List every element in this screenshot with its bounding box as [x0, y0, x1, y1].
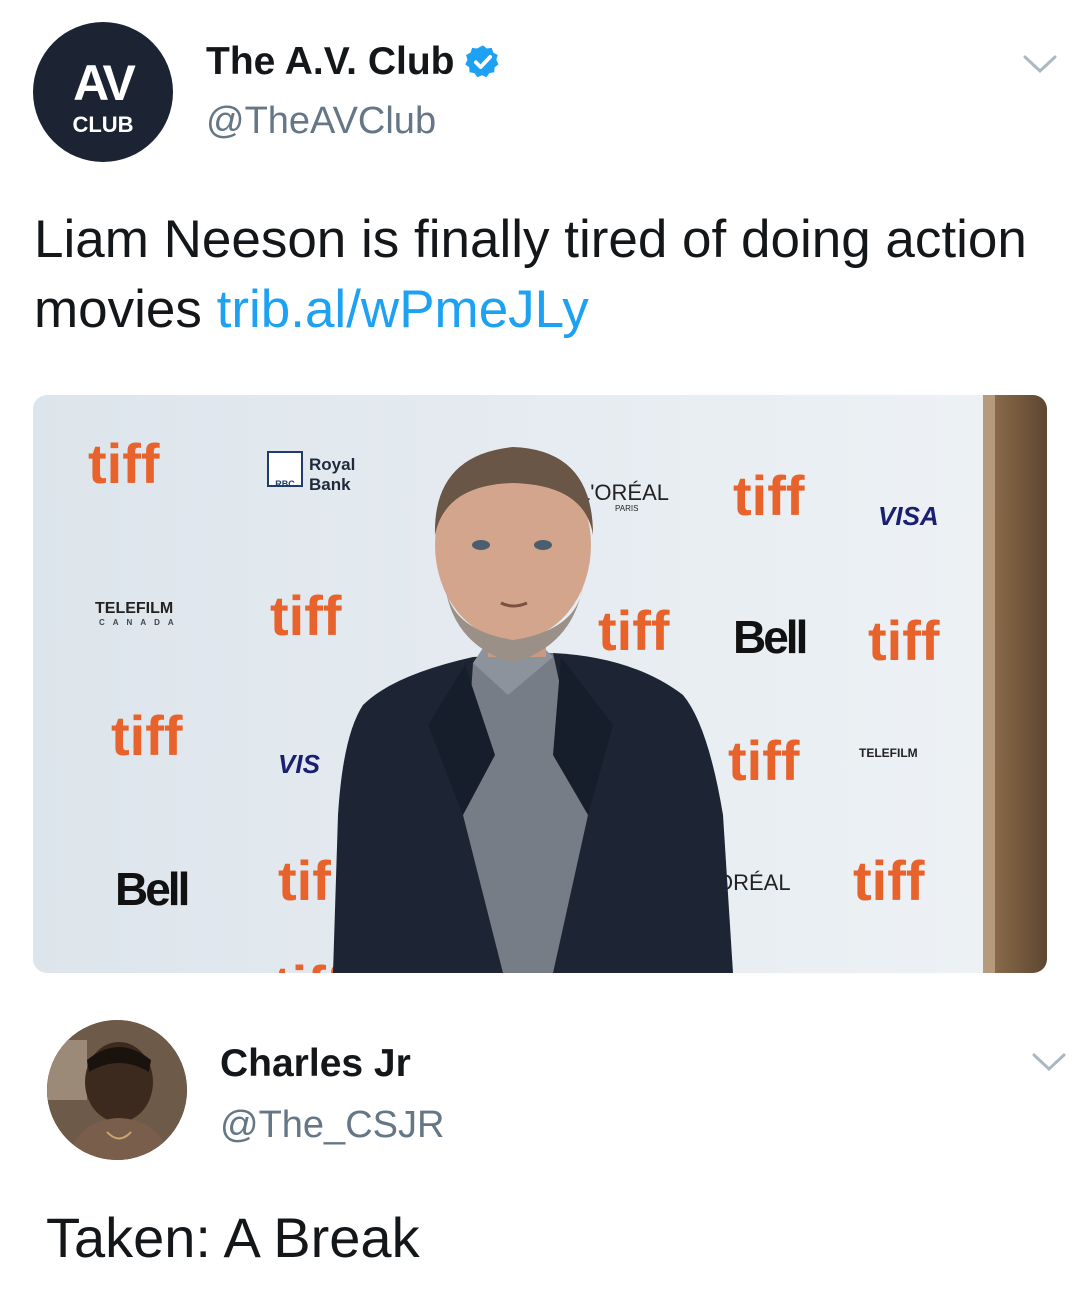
logo-visa-partial: VIS	[278, 749, 321, 779]
avatar-text-bottom: CLUB	[72, 112, 133, 137]
reply-avatar-photo	[47, 1020, 187, 1160]
reply-tweet: Charles Jr @The_CSJR Taken: A Break	[0, 990, 1080, 1295]
reply-text: Taken: A Break	[46, 1206, 420, 1269]
logo-telefilm: TELEFILM	[95, 600, 173, 617]
logo-tiff: tiff	[598, 599, 670, 662]
tweet: AV CLUB The A.V. Club @TheAVClub Liam Ne…	[0, 0, 1080, 990]
logo-telefilm: TELEFILM	[859, 746, 918, 760]
logo-tiff: tiff	[728, 729, 800, 792]
chevron-down-icon[interactable]	[1032, 1052, 1066, 1072]
reply-author-display-name[interactable]: Charles Jr	[220, 1042, 411, 1086]
logo-royal-bank-line2: Bank	[309, 475, 351, 494]
logo-loreal-sub: PARIS	[615, 504, 638, 513]
logo-tiff: tiff	[733, 464, 805, 527]
tweet-text: Liam Neeson is finally tired of doing ac…	[34, 205, 1044, 345]
reply-author-handle[interactable]: @The_CSJR	[220, 1104, 444, 1147]
logo-loreal: L'ORÉAL	[578, 480, 669, 505]
chevron-down-icon[interactable]	[1023, 54, 1057, 74]
logo-bell: Bell	[733, 611, 806, 663]
logo-bell: Bell	[115, 863, 188, 915]
av-club-logo: AV CLUB	[72, 55, 139, 137]
tweet-media-photo[interactable]: tiff tiff tiff tiff tiff tiff tiff tiff …	[33, 395, 1047, 973]
author-display-name[interactable]: The A.V. Club	[206, 40, 454, 84]
verified-badge-icon	[465, 45, 500, 78]
logo-visa: VISA	[878, 501, 939, 531]
author-name-row: The A.V. Club	[206, 40, 502, 84]
author-avatar[interactable]: AV CLUB	[33, 22, 173, 162]
avatar-text-top: AV	[73, 55, 136, 111]
logo-tiff: tiff	[111, 704, 183, 767]
logo-rbc: RBC	[275, 479, 295, 489]
reply-author-avatar[interactable]	[47, 1020, 187, 1160]
wood-edge	[983, 395, 995, 973]
wood-panel	[993, 395, 1047, 973]
tweet-link[interactable]: trib.al/wPmeJLy	[217, 280, 589, 339]
logo-telefilm-sub: CANADA	[99, 618, 182, 627]
logo-tiff: tiff	[868, 609, 940, 672]
photo-image: tiff tiff tiff tiff tiff tiff tiff tiff …	[33, 395, 1047, 973]
logo-royal-bank-line1: Royal	[309, 455, 355, 474]
logo-tiff: tiff	[853, 849, 925, 912]
logo-tiff: tiff	[88, 432, 160, 495]
author-handle[interactable]: @TheAVClub	[206, 100, 436, 143]
logo-tiff-partial: tif	[278, 849, 331, 912]
logo-tiff: tiff	[270, 584, 342, 647]
